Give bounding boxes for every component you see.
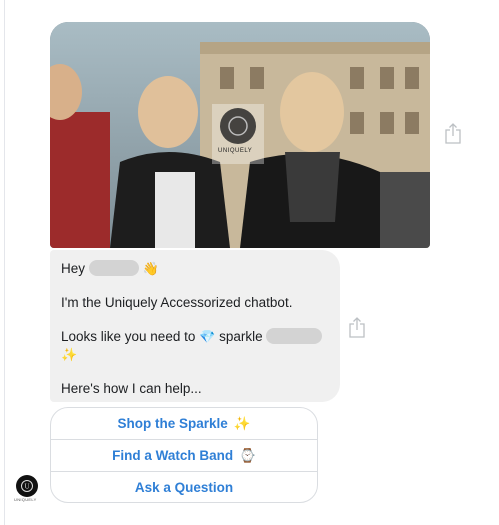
sparkles-icon: ✨: [61, 348, 78, 363]
wave-icon: 👋: [142, 262, 159, 277]
hero-image[interactable]: UNIQUELY: [50, 22, 430, 248]
quick-reply-label: Shop the Sparkle: [117, 416, 228, 431]
hero-photo: [50, 22, 430, 248]
share-icon[interactable]: [348, 317, 366, 339]
watch-icon: ⌚: [239, 447, 256, 464]
hero-watermark: UNIQUELY: [218, 148, 253, 154]
help-line: Here's how I can help...: [61, 381, 202, 396]
quick-reply-label: Ask a Question: [134, 480, 234, 495]
chat-message-bubble: Hey 👋 I'm the Uniquely Accessorized chat…: [50, 250, 340, 402]
sparkles-icon: ✨: [233, 415, 251, 432]
quick-replies: Shop the Sparkle ✨ Find a Watch Band ⌚ A…: [50, 407, 318, 503]
bot-avatar: U: [16, 475, 38, 497]
left-divider: [4, 0, 5, 525]
sparkle-word: sparkle: [219, 329, 263, 344]
gem-icon: 💎: [199, 330, 216, 345]
sparkle-prefix: Looks like you need to: [61, 329, 196, 344]
greeting-line: Hey 👋: [61, 260, 159, 278]
redacted-name: [266, 328, 323, 344]
greeting-text: Hey: [61, 261, 86, 276]
logo-seal-icon: U: [21, 480, 33, 492]
shop-the-sparkle-button[interactable]: Shop the Sparkle ✨: [51, 408, 317, 439]
redacted-name: [88, 260, 139, 276]
ask-a-question-button[interactable]: Ask a Question: [51, 471, 317, 502]
sparkle-line-2: ✨: [61, 346, 77, 364]
find-a-watch-band-button[interactable]: Find a Watch Band ⌚: [51, 439, 317, 471]
quick-reply-label: Find a Watch Band: [112, 448, 234, 463]
intro-line: I'm the Uniquely Accessorized chatbot.: [61, 295, 293, 310]
sparkle-line: Looks like you need to 💎 sparkle: [61, 328, 323, 346]
svg-text:U: U: [24, 483, 29, 491]
share-icon[interactable]: [444, 123, 462, 145]
avatar-caption: UNIQUELY: [14, 497, 37, 502]
